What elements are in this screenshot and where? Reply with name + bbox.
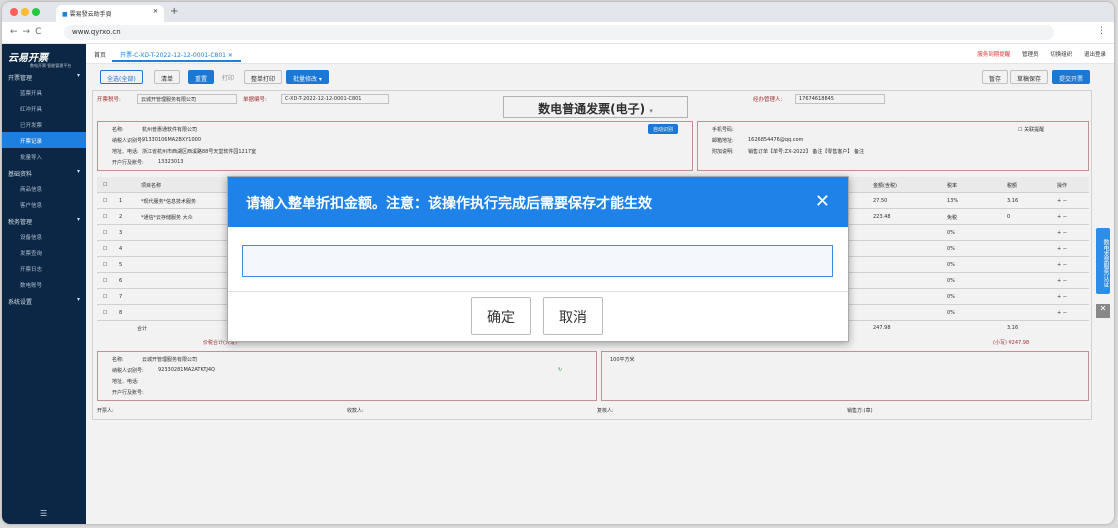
admin-link[interactable]: 管理员 [1022,52,1039,58]
browser-tabbar: ■ 雲易發云助手頁 ✕ + [2,2,1114,22]
sidebar-group-invoice[interactable]: 开票管理 [2,68,86,84]
top-nav: 首页 开票-C-XD-T-2022-12-12-0001-C801 ✕ 服务到期… [86,44,1114,64]
sidebar-item[interactable]: 蓝票开具 [2,84,86,100]
sidebar-item[interactable]: 数电账号 [2,276,86,292]
discount-dialog: 请输入整单折扣金额。注意：该操作执行完成后需要保存才能生效 ✕ 确定 取消 [227,176,849,342]
collapse-sidebar-icon[interactable]: ☰ [40,509,47,518]
tab-title: 雲易發云助手頁 [69,11,112,18]
home-tab[interactable]: 首页 [94,50,106,59]
close-tab-icon[interactable]: ✕ [153,8,158,15]
sidebar-item[interactable]: 红冲开具 [2,100,86,116]
close-icon[interactable]: ✕ [815,191,830,212]
dialog-divider [228,291,848,292]
window-controls [10,8,43,18]
confirm-button[interactable]: 确定 [471,297,531,335]
browser-window: ■ 雲易發云助手頁 ✕ + ←→C www.qyrxo.cn ⋮ 云易开票 数电开… [2,2,1114,524]
sidebar: 云易开票数电开票·智能管理平台 开票管理 蓝票开具 红冲开具 已开发票 开票记录… [2,44,86,524]
sidebar-group-settings[interactable]: 系统设置 [2,292,86,308]
sidebar-item[interactable]: 已开发票 [2,116,86,132]
url-field[interactable]: www.qyrxo.cn [64,25,1054,40]
page-tab[interactable]: 开票-C-XD-T-2022-12-12-0001-C801 ✕ [112,46,241,62]
expiry-link[interactable]: 服务到期提醒 [977,52,1010,58]
top-right-links: 服务到期提醒 管理员 切换组织 退出登录 [967,50,1106,58]
side-float-close-icon[interactable]: ✕ [1096,304,1110,318]
sidebar-item[interactable]: 开票日志 [2,260,86,276]
logout-link[interactable]: 退出登录 [1084,52,1106,58]
new-tab-icon[interactable]: + [170,6,178,17]
switch-org-link[interactable]: 切换组织 [1050,52,1072,58]
logo: 云易开票 数电开票·智能管理平台 [8,53,72,68]
nav-buttons[interactable]: ←→C [10,27,46,37]
minimize-dot[interactable] [21,8,29,16]
browser-menu-icon[interactable]: ⋮ [1097,26,1106,36]
address-bar-row: ←→C www.qyrxo.cn ⋮ [2,22,1114,44]
url-text: www.qyrxo.cn [72,28,121,36]
sidebar-item-active[interactable]: 开票记录 [2,132,86,148]
dialog-header: 请输入整单折扣金额。注意：该操作执行完成后需要保存才能生效 ✕ [228,177,848,227]
dialog-title: 请输入整单折扣金额。注意：该操作执行完成后需要保存才能生效 [246,196,652,212]
sidebar-item[interactable]: 客户信息 [2,196,86,212]
discount-amount-input[interactable] [242,245,833,277]
sidebar-item[interactable]: 发票查询 [2,244,86,260]
close-dot[interactable] [10,8,18,16]
maximize-dot[interactable] [32,8,40,16]
sidebar-group-tax[interactable]: 税务管理 [2,212,86,228]
browser-tab[interactable]: ■ 雲易發云助手頁 ✕ [56,5,164,22]
sidebar-item[interactable]: 批量导入 [2,148,86,164]
side-float-tab[interactable]: 数电发票服务认证 [1096,228,1110,294]
sidebar-group-basic[interactable]: 基础资料 [2,164,86,180]
sidebar-item[interactable]: 设备信息 [2,228,86,244]
cancel-button[interactable]: 取消 [543,297,603,335]
sidebar-item[interactable]: 商品信息 [2,180,86,196]
